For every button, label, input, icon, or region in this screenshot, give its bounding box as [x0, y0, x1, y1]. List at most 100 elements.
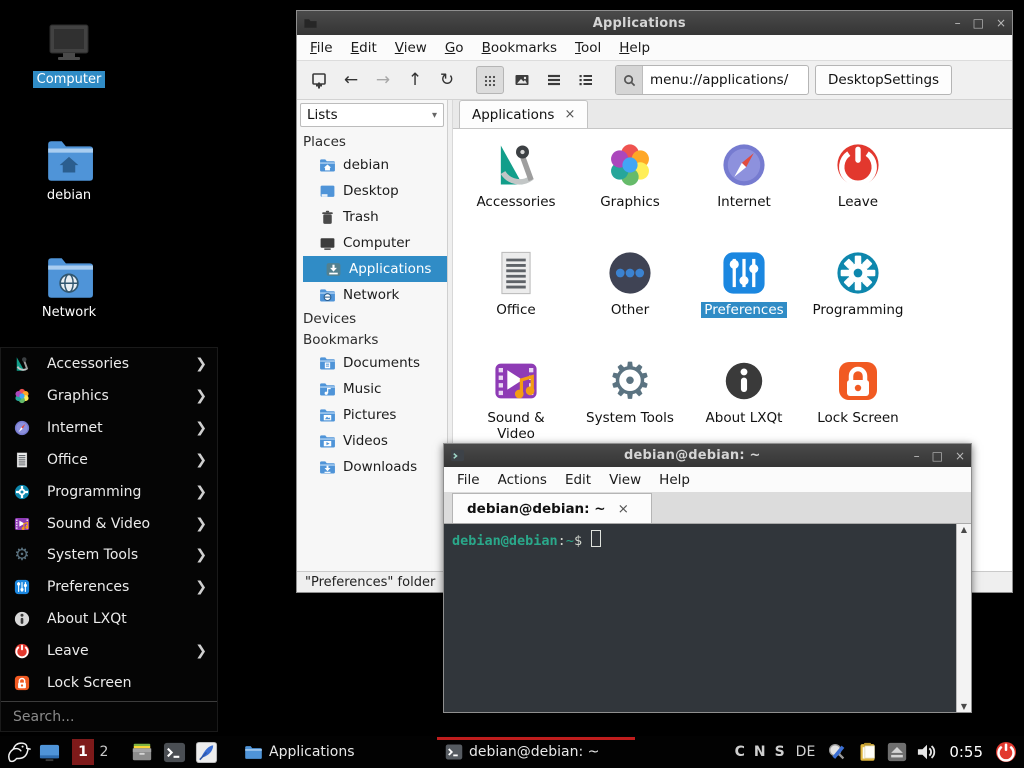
menu-item-label: About LXQt [47, 611, 207, 627]
leave-power-button[interactable] [994, 740, 1018, 764]
close-button[interactable]: × [955, 450, 965, 462]
fm-menu-bookmarks[interactable]: Bookmarks [473, 40, 566, 56]
terminal-titlebar[interactable]: debian@debian: ~ – □ × [444, 444, 971, 467]
menu-item-preferences[interactable]: Preferences ❯ [1, 571, 217, 603]
term-menu-edit[interactable]: Edit [556, 472, 600, 488]
combo-arrow-icon: ▾ [432, 110, 437, 121]
sidebar-item-desktop[interactable]: Desktop [297, 178, 447, 204]
maximize-button[interactable]: □ [932, 450, 943, 462]
sidebar-item-applications[interactable]: Applications [303, 256, 447, 282]
sidebar-item-network[interactable]: Network [297, 282, 447, 308]
category-programming[interactable]: Programming [801, 247, 915, 355]
task-button-terminal[interactable]: debian@debian: ~ [437, 736, 635, 768]
category-internet[interactable]: Internet [687, 139, 801, 247]
menu-item-sound-video[interactable]: Sound & Video ❯ [1, 508, 217, 540]
terminal-output[interactable]: debian@debian:~$ [444, 524, 956, 712]
menu-item-office[interactable]: Office ❯ [1, 444, 217, 476]
pager-desktop-2[interactable]: 2 [94, 739, 114, 765]
terminal-launcher[interactable] [158, 741, 190, 764]
menu-item-accessories[interactable]: Accessories ❯ [1, 348, 217, 380]
clipboard-tray-icon[interactable] [857, 741, 878, 763]
terminal-tab[interactable]: debian@debian: ~ × [452, 493, 652, 523]
icon-view-button[interactable] [476, 66, 504, 94]
fm-titlebar[interactable]: Applications – □ × [297, 11, 1012, 35]
screenshot-tray-icon[interactable] [826, 741, 848, 763]
menu-item-about-lxqt[interactable]: About LXQt [1, 603, 217, 635]
volume-tray-icon[interactable] [916, 742, 938, 762]
show-desktop-button[interactable] [34, 742, 64, 763]
submenu-chevron-icon: ❯ [195, 643, 207, 659]
featherpad-launcher[interactable] [190, 741, 222, 764]
desktop-icon-network[interactable]: Network [9, 255, 129, 321]
sidebar-item-downloads[interactable]: Downloads [297, 454, 447, 480]
maximize-button[interactable]: □ [973, 17, 984, 29]
tab-close-icon[interactable]: × [618, 501, 629, 517]
terminal-scrollbar[interactable]: ▲ ▼ [956, 524, 971, 712]
close-button[interactable]: × [996, 17, 1006, 29]
sidebar-item-music[interactable]: Music [297, 376, 447, 402]
file-manager-launcher[interactable] [126, 741, 158, 763]
start-menu-button[interactable] [0, 739, 34, 766]
detailed-list-view-button[interactable] [540, 66, 568, 94]
sidebar-mode-select[interactable]: Lists ▾ [300, 103, 444, 127]
category-graphics[interactable]: Graphics [573, 139, 687, 247]
address-bar[interactable]: menu://applications/ [615, 65, 809, 95]
category-preferences[interactable]: Preferences [687, 247, 801, 355]
sidebar-item-documents[interactable]: Documents [297, 350, 447, 376]
menu-item-lock-screen[interactable]: Lock Screen [1, 667, 217, 699]
fm-menu-go[interactable]: Go [436, 40, 473, 56]
compact-view-button[interactable] [572, 66, 600, 94]
fm-tab-applications[interactable]: Applications × [459, 100, 588, 128]
term-menu-help[interactable]: Help [650, 472, 699, 488]
sidebar-item-trash[interactable]: Trash [297, 204, 447, 230]
category-accessories[interactable]: Accessories [459, 139, 573, 247]
up-button[interactable]: ↑ [401, 66, 429, 94]
category-office[interactable]: Office [459, 247, 573, 355]
desktop-icon-debian[interactable]: debian [9, 138, 129, 204]
tab-close-icon[interactable]: × [564, 107, 575, 122]
minimize-button[interactable]: – [914, 450, 920, 462]
fm-menu-edit[interactable]: Edit [342, 40, 386, 56]
menu-item-leave[interactable]: Leave ❯ [1, 635, 217, 667]
sidebar-item-computer[interactable]: Computer [297, 230, 447, 256]
eject-tray-icon[interactable] [887, 742, 907, 762]
refresh-button[interactable]: ↻ [433, 66, 461, 94]
category-leave[interactable]: Leave [801, 139, 915, 247]
new-tab-button[interactable] [305, 66, 333, 94]
fm-menubar: File Edit View Go Bookmarks Tool Help [297, 35, 1012, 61]
minimize-button[interactable]: – [955, 17, 961, 29]
back-button[interactable]: ← [337, 66, 365, 94]
desktop-icon-label: Network [38, 304, 100, 321]
keyboard-layout-indicator[interactable]: DE [796, 744, 816, 760]
forward-button[interactable]: → [369, 66, 397, 94]
fm-menu-tool[interactable]: Tool [566, 40, 610, 56]
menu-item-label: Lock Screen [47, 675, 207, 691]
category-other[interactable]: Other [573, 247, 687, 355]
sidebar-item-pictures[interactable]: Pictures [297, 402, 447, 428]
term-menu-actions[interactable]: Actions [489, 472, 556, 488]
documents-folder-icon [319, 355, 336, 372]
sidebar-item-debian[interactable]: debian [297, 152, 447, 178]
pager-desktop-1[interactable]: 1 [72, 739, 94, 765]
menu-item-label: Programming [47, 484, 195, 500]
term-menu-view[interactable]: View [600, 472, 650, 488]
pictures-folder-icon [319, 407, 336, 424]
desktop-settings-button[interactable]: DesktopSettings [815, 65, 952, 95]
internet-icon [718, 139, 770, 191]
sidebar-item-videos[interactable]: Videos [297, 428, 447, 454]
menu-item-internet[interactable]: Internet ❯ [1, 412, 217, 444]
term-menu-file[interactable]: File [448, 472, 489, 488]
desktop-icon-computer[interactable]: Computer [9, 20, 129, 88]
fm-menu-help[interactable]: Help [610, 40, 659, 56]
menu-item-programming[interactable]: Programming ❯ [1, 476, 217, 508]
search-input[interactable]: Search... [1, 701, 217, 731]
fm-menu-file[interactable]: File [301, 40, 342, 56]
thumbnail-view-button[interactable] [508, 66, 536, 94]
menu-item-system-tools[interactable]: ⚙ System Tools ❯ [1, 540, 217, 572]
task-button-applications[interactable]: Applications [236, 736, 427, 768]
scroll-down-icon[interactable]: ▼ [961, 702, 967, 711]
menu-item-graphics[interactable]: Graphics ❯ [1, 380, 217, 412]
scroll-up-icon[interactable]: ▲ [961, 525, 967, 534]
clock[interactable]: 0:55 [949, 743, 983, 761]
fm-menu-view[interactable]: View [386, 40, 436, 56]
